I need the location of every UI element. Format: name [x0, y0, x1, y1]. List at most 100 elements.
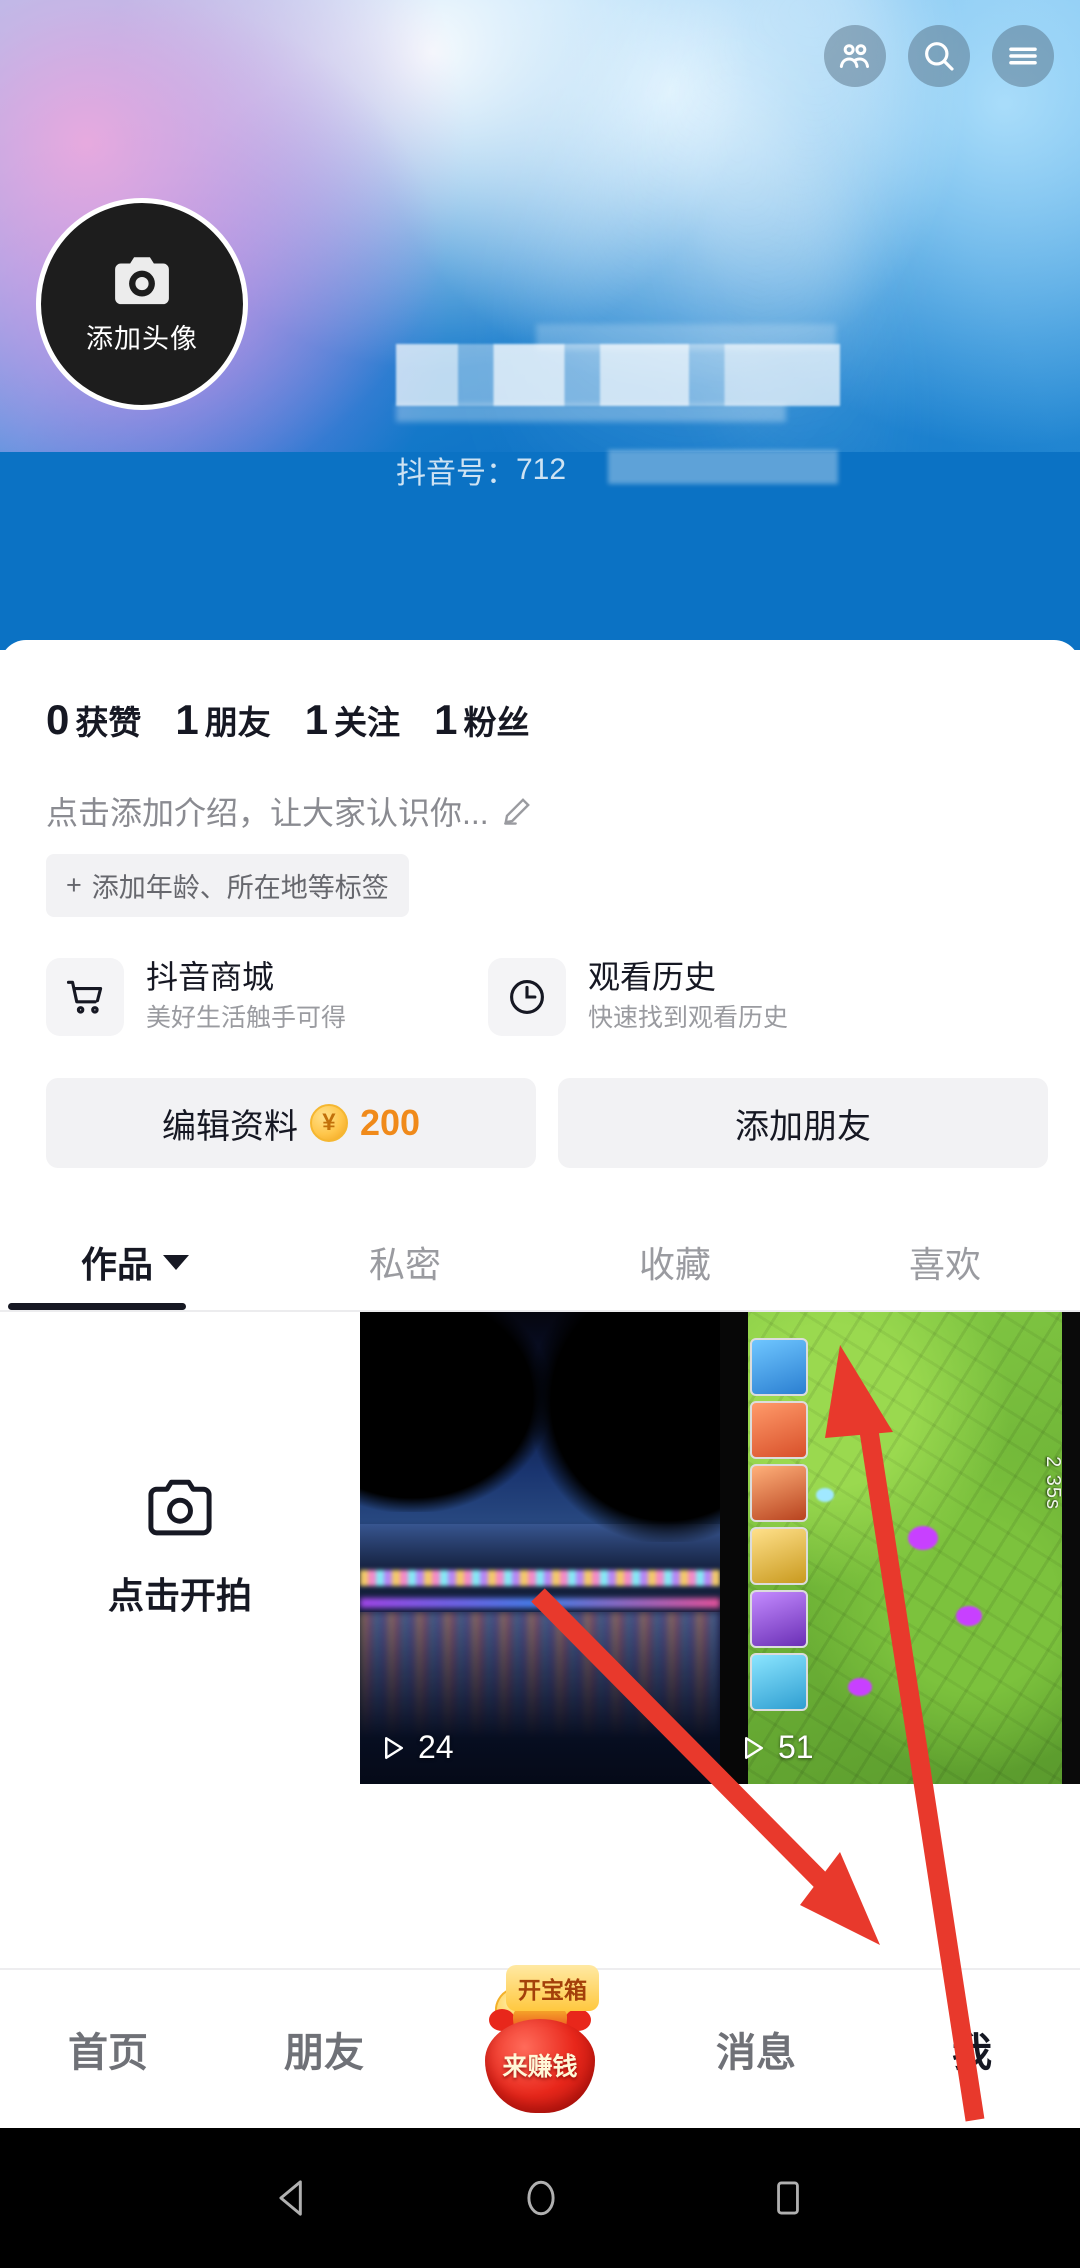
- douyin-id-value: 712: [516, 453, 567, 486]
- nickname-masked[interactable]: [396, 324, 936, 426]
- douyin-id-blur: [608, 450, 838, 484]
- bio-placeholder: 点击添加介绍，让大家认识你...: [46, 795, 489, 831]
- clock-icon: [488, 957, 566, 1036]
- tab-label: 喜欢: [908, 1244, 981, 1285]
- lake-light-band: [360, 1598, 720, 1608]
- avatar[interactable]: 添加头像: [36, 198, 248, 410]
- nav-earn-money[interactable]: 来赚钱 开宝箱: [432, 1965, 648, 2129]
- avatar-label: 添加头像: [86, 323, 198, 354]
- camera-icon: [148, 1479, 212, 1536]
- stat-friends[interactable]: 1 朋友: [175, 696, 270, 744]
- bottom-navigation: 首页 朋友 来赚钱 开宝箱 消息 我: [0, 1965, 1080, 2129]
- tab-favorites[interactable]: 收藏: [540, 1236, 810, 1288]
- tag-row: + 添加年龄、所在地等标签: [0, 834, 1080, 917]
- friends-icon[interactable]: [824, 25, 886, 87]
- tab-label: 私密: [368, 1244, 441, 1285]
- edit-profile-button[interactable]: 编辑资料 ¥ 200: [46, 1078, 536, 1168]
- android-system-nav: [0, 2128, 1080, 2268]
- game-gem: [908, 1526, 938, 1550]
- camera-icon: [115, 256, 169, 304]
- stat-value: 0: [46, 696, 70, 743]
- stat-value: 1: [304, 696, 329, 743]
- game-letterbox-left: [720, 1312, 748, 1784]
- shortcut-card-mall[interactable]: 抖音商城 美好生活触手可得: [46, 957, 466, 1036]
- content-tabs: 作品 私密 收藏 喜欢: [0, 1214, 1080, 1310]
- stat-label: 获赞: [75, 704, 142, 741]
- thumbnail-image: 2 35s: [720, 1312, 1080, 1784]
- start-shooting-tile[interactable]: 点击开拍: [0, 1312, 360, 1784]
- recents-button[interactable]: [767, 2177, 809, 2219]
- shortcut-title: 观看历史: [588, 959, 717, 995]
- nav-me[interactable]: 我: [864, 2020, 1080, 2078]
- tab-active-underline: [8, 1303, 186, 1310]
- lake-foliage-right: [530, 1312, 720, 1542]
- tab-private[interactable]: 私密: [270, 1236, 540, 1288]
- play-count: 24: [378, 1729, 454, 1766]
- play-icon: [745, 1736, 763, 1759]
- video-thumbnail-2[interactable]: 2 35s 51: [720, 1312, 1080, 1784]
- stats-row: 0 获赞 1 朋友 1 关注 1 粉丝: [0, 640, 1080, 744]
- coin-amount: 200: [359, 1102, 421, 1143]
- stat-followers[interactable]: 1 粉丝: [434, 696, 529, 744]
- nickname-blur-main: [396, 344, 840, 406]
- menu-icon[interactable]: [992, 25, 1054, 87]
- tab-label: 收藏: [638, 1244, 711, 1285]
- nav-earn-money-label: 来赚钱: [502, 2053, 578, 2081]
- nav-friends[interactable]: 朋友: [216, 2020, 432, 2078]
- tab-likes[interactable]: 喜欢: [810, 1236, 1080, 1288]
- thumbnail-image: [360, 1312, 720, 1784]
- lake-shore-lights: [360, 1570, 720, 1586]
- game-troop-cards: [750, 1338, 808, 1711]
- play-count-value: 51: [778, 1729, 814, 1765]
- play-icon: [385, 1736, 403, 1759]
- shortcut-subtitle: 快速找到观看历史: [588, 1004, 789, 1032]
- nickname-blur-bottom: [396, 404, 786, 422]
- content-grid: 点击开拍 24 2 35s 51: [0, 1312, 1080, 1784]
- play-count-value: 24: [418, 1729, 454, 1765]
- cart-icon: [46, 957, 124, 1036]
- stat-likes[interactable]: 0 获赞: [46, 696, 141, 744]
- shortcut-card-text: 观看历史 快速找到观看历史: [588, 957, 788, 1036]
- pencil-icon: [503, 798, 530, 825]
- bio-row[interactable]: 点击添加介绍，让大家认识你...: [0, 744, 1080, 834]
- stat-value: 1: [175, 696, 199, 743]
- shortcut-card-history[interactable]: 观看历史 快速找到观看历史: [488, 957, 908, 1036]
- stat-value: 1: [434, 696, 458, 743]
- tab-label: 作品: [80, 1244, 153, 1285]
- add-friend-label: 添加朋友: [735, 1107, 871, 1146]
- header-actions: [824, 25, 1054, 87]
- profile-sheet: 0 获赞 1 朋友 1 关注 1 粉丝 点击添加介绍，让大家认识你... + 添…: [0, 640, 1080, 1968]
- game-gem: [848, 1678, 872, 1696]
- shortcut-card-text: 抖音商城 美好生活触手可得: [146, 957, 346, 1036]
- nav-home[interactable]: 首页: [0, 2020, 216, 2078]
- coin-icon: ¥: [309, 1104, 348, 1142]
- plus-icon: +: [66, 870, 82, 900]
- douyin-id[interactable]: 抖音号： 712: [396, 448, 1016, 492]
- search-icon[interactable]: [908, 25, 970, 87]
- home-button[interactable]: [519, 2176, 563, 2220]
- chevron-down-icon: [163, 1254, 189, 1270]
- video-thumbnail-1[interactable]: 24: [360, 1312, 720, 1784]
- game-timer: 2 35s: [1042, 1456, 1064, 1510]
- tab-works[interactable]: 作品: [0, 1236, 270, 1288]
- douyin-id-label: 抖音号：: [396, 457, 516, 490]
- stat-label: 粉丝: [463, 704, 530, 741]
- nav-messages[interactable]: 消息: [648, 2020, 864, 2078]
- shortcut-subtitle: 美好生活触手可得: [146, 1004, 347, 1032]
- back-button[interactable]: [271, 2176, 315, 2220]
- game-gem: [816, 1488, 834, 1502]
- action-buttons: 编辑资料 ¥ 200 添加朋友: [0, 1036, 1080, 1168]
- treasure-box-badge[interactable]: 开宝箱: [506, 1965, 599, 2011]
- add-friend-button[interactable]: 添加朋友: [558, 1078, 1048, 1168]
- name-block: 抖音号： 712: [396, 324, 1016, 492]
- stat-label: 关注: [334, 704, 401, 741]
- stat-label: 朋友: [204, 704, 271, 741]
- lake-foliage-left: [360, 1312, 550, 1512]
- douyin-profile-screen: 添加头像 抖音号： 712 0 获赞 1 朋友 1 关注 1 粉丝 点击添加介绍…: [0, 0, 1080, 2268]
- game-gem: [956, 1606, 982, 1626]
- game-letterbox-right: [1062, 1312, 1080, 1784]
- add-tags-chip[interactable]: + 添加年龄、所在地等标签: [46, 854, 409, 917]
- stat-following[interactable]: 1 关注: [305, 696, 400, 744]
- add-tags-label: 添加年龄、所在地等标签: [91, 873, 389, 903]
- play-count: 51: [738, 1729, 814, 1766]
